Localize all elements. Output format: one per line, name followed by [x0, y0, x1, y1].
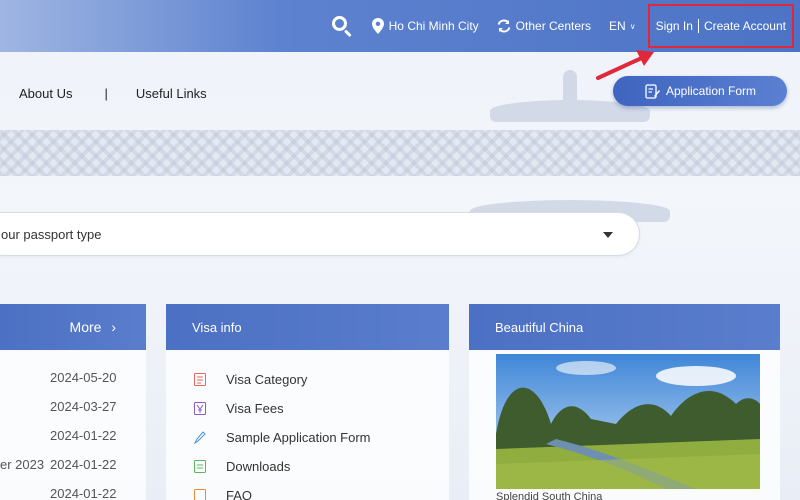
landscape-photo[interactable] — [496, 354, 760, 489]
photo-caption: Splendid South China — [496, 491, 603, 500]
sign-in-link[interactable]: Sign In — [656, 19, 693, 33]
more-label: More — [69, 319, 102, 335]
beautiful-china-header: Beautiful China — [469, 304, 780, 350]
create-account-link[interactable]: Create Account — [704, 19, 786, 33]
news-card: More › 2024-05-20 2024-03-27 2024-01-22 … — [0, 304, 146, 500]
nav-separator: | — [104, 85, 108, 101]
news-title: er 2023 — [0, 457, 45, 472]
chevron-down-icon: ∨ — [629, 21, 636, 31]
downloads-label: Downloads — [226, 459, 291, 474]
language-label: EN — [609, 19, 626, 33]
refresh-icon — [497, 19, 511, 33]
faq-label: FAQ — [226, 488, 253, 500]
visa-info-card: Visa info Visa Category Visa Fees Sample… — [166, 304, 449, 500]
news-list: 2024-05-20 2024-03-27 2024-01-22 er 2023… — [0, 350, 146, 500]
list-item[interactable]: 2024-01-22 — [0, 428, 146, 457]
language-selector[interactable]: EN ∨ — [609, 19, 636, 33]
city-label: Ho Chi Minh City — [388, 19, 479, 33]
divider — [697, 19, 699, 33]
search-icon[interactable] — [331, 16, 352, 38]
form-edit-icon — [645, 84, 660, 99]
news-date: 2024-03-27 — [50, 399, 117, 414]
visa-category-label: Visa Category — [226, 372, 308, 387]
downloads-link[interactable]: Downloads — [194, 459, 449, 488]
visa-info-list: Visa Category Visa Fees Sample Applicati… — [166, 350, 449, 500]
visa-fees-label: Visa Fees — [226, 401, 284, 416]
main-nav: About Us | Useful Links — [0, 78, 207, 108]
news-date: 2024-01-22 — [50, 486, 117, 500]
news-date: 2024-01-22 — [50, 457, 117, 472]
news-date: 2024-05-20 — [50, 370, 117, 385]
visa-category-link[interactable]: Visa Category — [194, 372, 449, 401]
caret-down-icon[interactable] — [603, 232, 613, 238]
pen-icon — [194, 431, 206, 444]
news-card-header: More › — [0, 304, 146, 350]
download-doc-icon — [194, 460, 206, 473]
list-item[interactable]: 2024-05-20 — [0, 370, 146, 399]
top-bar: Ho Chi Minh City Other Centers EN ∨ Sign… — [0, 0, 800, 52]
passport-type-select[interactable]: our passport type — [0, 212, 640, 256]
other-centers-label: Other Centers — [515, 19, 592, 33]
location-pin-icon — [371, 18, 384, 34]
nav-about-us[interactable]: About Us — [19, 86, 72, 101]
list-item[interactable]: 2024-03-27 — [0, 399, 146, 428]
category-icon — [194, 373, 206, 386]
nav-useful-links[interactable]: Useful Links — [136, 86, 207, 101]
auth-links: Sign In Create Account — [647, 4, 794, 48]
list-item[interactable]: 2024-01-22 — [0, 486, 146, 500]
passport-type-value: our passport type — [1, 226, 102, 242]
visa-fees-link[interactable]: Visa Fees — [194, 401, 449, 430]
list-item[interactable]: er 2023 2024-01-22 — [0, 457, 146, 486]
other-centers-link[interactable]: Other Centers — [497, 19, 591, 33]
beautiful-china-card: Beautiful China Splendid South China — [469, 304, 780, 500]
news-date: 2024-01-22 — [50, 428, 117, 443]
yen-fee-icon — [194, 402, 206, 415]
sample-application-form-link[interactable]: Sample Application Form — [194, 430, 449, 459]
application-form-button[interactable]: Application Form — [613, 76, 787, 106]
chevron-right-icon: › — [111, 319, 116, 335]
faq-icon — [194, 489, 206, 500]
more-link[interactable]: More › — [70, 319, 116, 335]
decorative-pattern-band — [0, 130, 800, 176]
landscape-illustration — [496, 354, 760, 489]
sample-application-form-label: Sample Application Form — [226, 430, 371, 445]
city-selector[interactable]: Ho Chi Minh City — [371, 18, 479, 34]
application-form-label: Application Form — [665, 84, 757, 98]
faq-link[interactable]: FAQ — [194, 488, 449, 500]
visa-info-header: Visa info — [166, 304, 449, 350]
